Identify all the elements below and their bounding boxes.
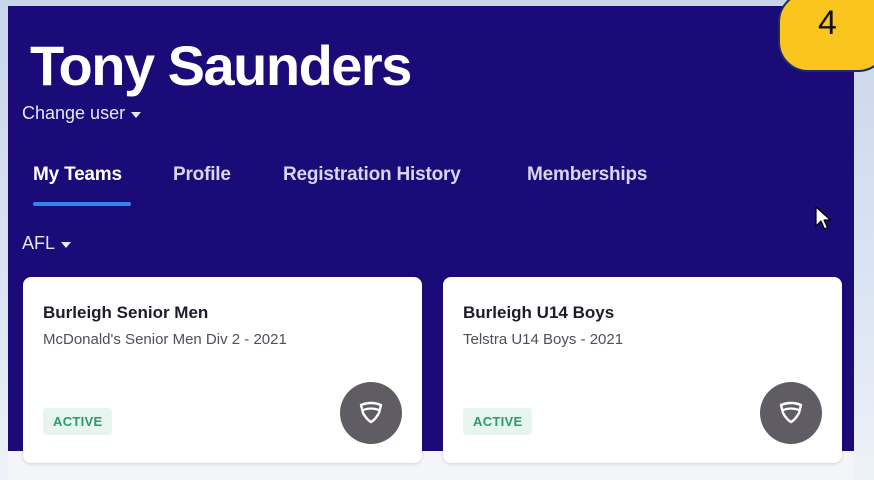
team-name: Burleigh Senior Men	[43, 303, 209, 322]
team-competition: McDonald's Senior Men Div 2 - 2021	[43, 331, 287, 348]
change-user-dropdown[interactable]: Change user	[22, 103, 142, 124]
team-competition: Telstra U14 Boys - 2021	[463, 331, 624, 348]
active-tab-indicator	[33, 202, 131, 206]
chevron-down-icon	[131, 111, 142, 118]
sport-filter-dropdown[interactable]: AFL	[22, 233, 72, 254]
shield-icon	[779, 401, 803, 424]
step-number: 4	[818, 4, 837, 42]
shield-icon	[359, 401, 383, 424]
chevron-down-icon	[61, 241, 72, 248]
status-badge: ACTIVE	[43, 408, 113, 435]
status-badge: ACTIVE	[463, 408, 533, 435]
sport-filter-label: AFL	[22, 233, 56, 253]
user-name-title: Tony Saunders	[30, 34, 412, 97]
tab-registration-history[interactable]: Registration History	[283, 164, 461, 186]
tab-memberships[interactable]: Memberships	[527, 164, 647, 186]
team-card[interactable]: Burleigh U14 Boys Telstra U14 Boys - 202…	[443, 277, 842, 463]
team-card[interactable]: Burleigh Senior Men McDonald's Senior Me…	[23, 277, 422, 463]
change-user-label: Change user	[22, 103, 126, 123]
tab-profile[interactable]: Profile	[173, 164, 231, 186]
step-number-badge: 4	[778, 0, 874, 72]
team-name: Burleigh U14 Boys	[463, 303, 615, 322]
mouse-cursor-icon	[815, 206, 832, 230]
team-shield-button[interactable]	[340, 382, 402, 444]
team-shield-button[interactable]	[760, 382, 822, 444]
tab-my-teams[interactable]: My Teams	[33, 164, 122, 186]
